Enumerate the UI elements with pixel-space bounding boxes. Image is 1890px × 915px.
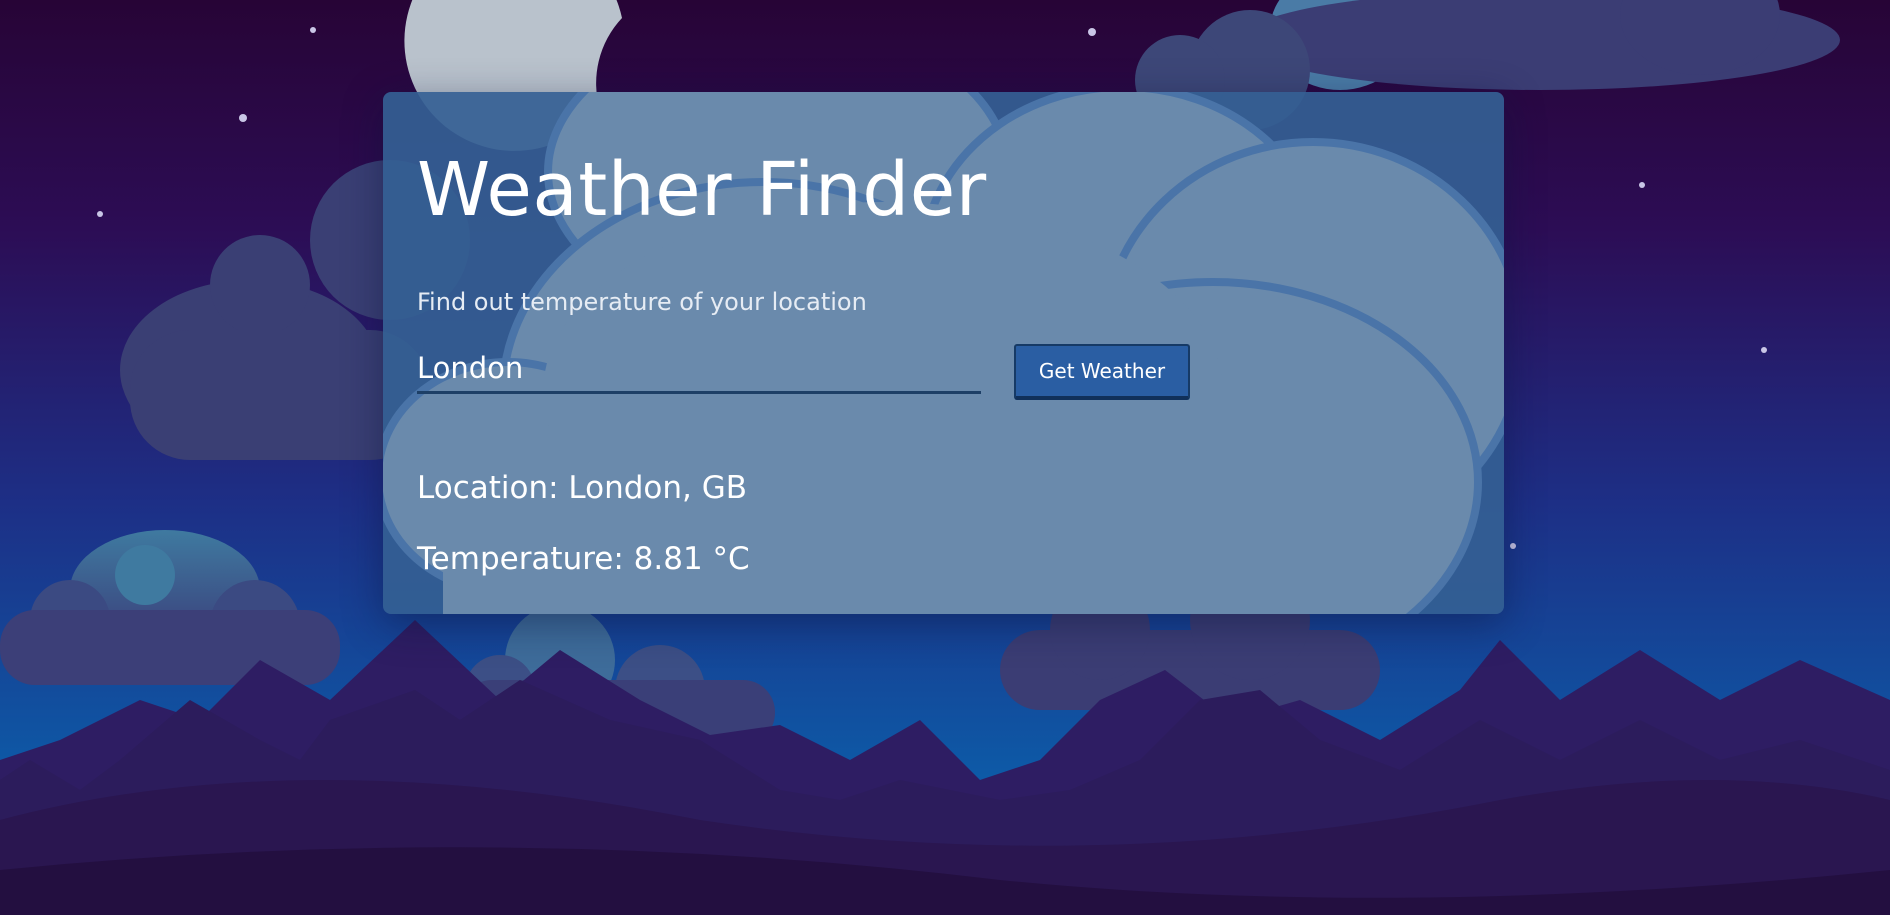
city-search-input[interactable]	[417, 345, 981, 394]
page-subtitle: Find out temperature of your location	[417, 288, 867, 316]
card-content: Weather Finder Find out temperature of y…	[383, 92, 1504, 614]
page-title: Weather Finder	[417, 147, 987, 233]
weather-card: Weather Finder Find out temperature of y…	[383, 92, 1504, 614]
weather-finder-page: Weather Finder Find out temperature of y…	[0, 0, 1890, 915]
location-result: Location: London, GB	[417, 470, 748, 506]
temperature-result: Temperature: 8.81 °C	[417, 541, 750, 577]
get-weather-button[interactable]: Get Weather	[1014, 344, 1190, 400]
